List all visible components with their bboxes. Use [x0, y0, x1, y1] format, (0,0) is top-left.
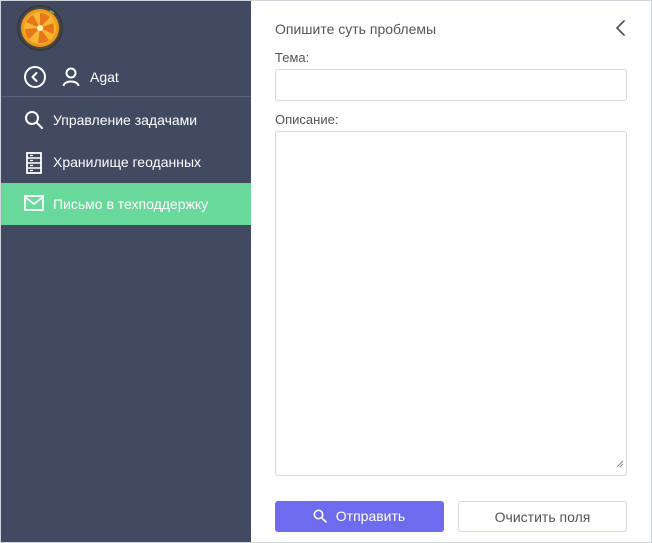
- storage-icon: [24, 152, 44, 174]
- back-circle-icon[interactable]: [24, 66, 46, 88]
- send-button[interactable]: Отправить: [275, 501, 444, 532]
- subject-input[interactable]: [275, 69, 627, 101]
- sidebar-item-task-management[interactable]: Управление задачами: [0, 99, 251, 141]
- chevron-left-icon[interactable]: [613, 18, 629, 38]
- subject-label: Тема:: [275, 50, 310, 65]
- page-title: Опишите суть проблемы: [275, 21, 437, 37]
- search-icon: [313, 509, 327, 523]
- user-row: Agat: [0, 57, 251, 97]
- sidebar-item-support-letter[interactable]: Письмо в техподдержку: [0, 183, 251, 225]
- send-label: Отправить: [335, 508, 406, 524]
- clear-button[interactable]: Очистить поля: [458, 501, 627, 532]
- sidebar-item-label: Управление задачами: [53, 112, 198, 128]
- user-name[interactable]: Agat: [90, 69, 119, 85]
- mail-icon: [24, 194, 44, 214]
- sidebar-item-label: Хранилище геоданных: [53, 154, 202, 170]
- sidebar: Agat Управление задачами Хранилище геода…: [0, 0, 251, 543]
- support-form: Опишите суть проблемы Тема: Описание: От…: [251, 0, 652, 543]
- user-icon: [62, 67, 80, 92]
- sidebar-item-label: Письмо в техподдержку: [53, 196, 209, 212]
- orange-slice-logo-icon[interactable]: [17, 5, 63, 51]
- description-textarea[interactable]: [275, 131, 627, 476]
- description-label: Описание:: [275, 112, 339, 127]
- search-icon: [24, 110, 44, 130]
- resize-grip-icon[interactable]: [616, 455, 624, 473]
- sidebar-item-geodata-storage[interactable]: Хранилище геоданных: [0, 141, 251, 183]
